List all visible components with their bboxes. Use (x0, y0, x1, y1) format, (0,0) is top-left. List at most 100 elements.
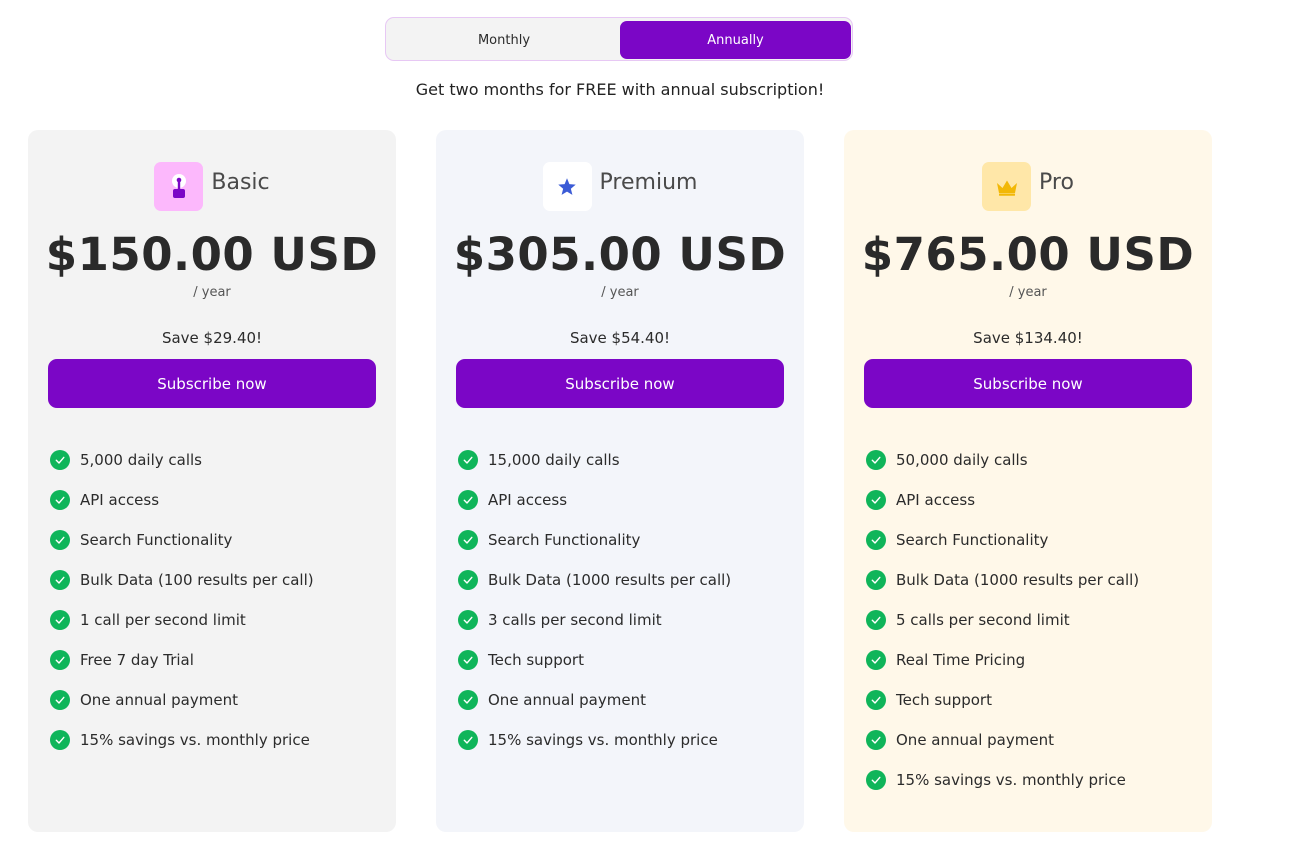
feature-list: 50,000 daily calls API access Search Fun… (866, 440, 1139, 800)
feature-text: 15% savings vs. monthly price (80, 731, 310, 749)
annually-option[interactable]: Annually (620, 21, 851, 59)
plan-name: Premium (599, 170, 698, 195)
plan-header: Basic (28, 162, 396, 211)
check-icon (866, 610, 886, 630)
check-icon (50, 570, 70, 590)
billing-period: / year (601, 285, 639, 300)
star-icon (542, 162, 592, 211)
plan-price: $150.00 USD (45, 228, 379, 281)
feature-item: 3 calls per second limit (458, 600, 731, 640)
savings-text: Save $54.40! (569, 329, 671, 347)
check-icon (866, 730, 886, 750)
feature-item: API access (866, 480, 1139, 520)
subscribe-button-premium[interactable]: Subscribe now (456, 359, 784, 408)
check-icon (458, 490, 478, 510)
feature-item: 1 call per second limit (50, 600, 314, 640)
feature-text: One annual payment (488, 691, 646, 709)
check-icon (866, 490, 886, 510)
plan-card-basic: Basic $150.00 USD / year Save $29.40! Su… (28, 130, 396, 832)
check-icon (866, 770, 886, 790)
check-icon (50, 730, 70, 750)
feature-text: API access (896, 491, 976, 509)
feature-text: 5 calls per second limit (896, 611, 1070, 629)
check-icon (50, 490, 70, 510)
feature-item: 5,000 daily calls (50, 440, 314, 480)
feature-item: One annual payment (866, 720, 1139, 760)
plan-name: Basic (211, 170, 270, 195)
feature-list: 15,000 daily calls API access Search Fun… (458, 440, 731, 760)
check-icon (458, 530, 478, 550)
pricing-page: Monthly Annually Get two months for FREE… (0, 0, 1305, 845)
check-icon (866, 450, 886, 470)
feature-item: One annual payment (50, 680, 314, 720)
feature-text: Search Functionality (896, 531, 1049, 549)
feature-item: One annual payment (458, 680, 731, 720)
feature-text: 5,000 daily calls (80, 451, 202, 469)
crown-icon (982, 162, 1032, 211)
feature-text: Search Functionality (80, 531, 233, 549)
check-icon (50, 610, 70, 630)
feature-text: 15% savings vs. monthly price (896, 771, 1126, 789)
joystick-icon (154, 162, 204, 211)
feature-item: 50,000 daily calls (866, 440, 1139, 480)
feature-item: API access (458, 480, 731, 520)
feature-text: Free 7 day Trial (80, 651, 194, 669)
check-icon (50, 690, 70, 710)
feature-item: Search Functionality (866, 520, 1139, 560)
feature-text: Tech support (488, 651, 584, 669)
feature-text: Bulk Data (1000 results per call) (896, 571, 1140, 589)
feature-text: API access (488, 491, 568, 509)
feature-text: Tech support (896, 691, 992, 709)
check-icon (458, 450, 478, 470)
feature-item: 15% savings vs. monthly price (50, 720, 314, 760)
feature-text: Bulk Data (1000 results per call) (488, 571, 732, 589)
feature-text: One annual payment (896, 731, 1054, 749)
feature-text: 15% savings vs. monthly price (488, 731, 718, 749)
feature-item: Bulk Data (1000 results per call) (866, 560, 1139, 600)
feature-text: 1 call per second limit (80, 611, 246, 629)
feature-item: 15% savings vs. monthly price (458, 720, 731, 760)
annual-promo-text: Get two months for FREE with annual subs… (415, 80, 825, 99)
feature-item: 5 calls per second limit (866, 600, 1139, 640)
feature-item: Free 7 day Trial (50, 640, 314, 680)
feature-item: Bulk Data (1000 results per call) (458, 560, 731, 600)
check-icon (50, 650, 70, 670)
plan-header: Premium (436, 162, 804, 211)
feature-item: Tech support (458, 640, 731, 680)
subscribe-button-basic[interactable]: Subscribe now (48, 359, 376, 408)
feature-item: 15% savings vs. monthly price (866, 760, 1139, 800)
check-icon (458, 570, 478, 590)
plan-price: $305.00 USD (453, 228, 787, 281)
check-icon (458, 730, 478, 750)
feature-item: Search Functionality (50, 520, 314, 560)
feature-item: API access (50, 480, 314, 520)
feature-item: Real Time Pricing (866, 640, 1139, 680)
plan-card-pro: Pro $765.00 USD / year Save $134.40! Sub… (844, 130, 1212, 832)
billing-period-toggle: Monthly Annually (385, 17, 853, 61)
check-icon (866, 530, 886, 550)
billing-period: / year (193, 285, 231, 300)
plan-price: $765.00 USD (861, 228, 1195, 281)
subscribe-button-pro[interactable]: Subscribe now (864, 359, 1192, 408)
check-icon (866, 570, 886, 590)
feature-item: Search Functionality (458, 520, 731, 560)
check-icon (458, 610, 478, 630)
plan-header: Pro (844, 162, 1212, 211)
feature-item: Bulk Data (100 results per call) (50, 560, 314, 600)
feature-text: Search Functionality (488, 531, 641, 549)
feature-text: API access (80, 491, 160, 509)
feature-text: Real Time Pricing (896, 651, 1026, 669)
check-icon (866, 690, 886, 710)
feature-text: Bulk Data (100 results per call) (80, 571, 314, 589)
check-icon (50, 450, 70, 470)
feature-text: 50,000 daily calls (896, 451, 1028, 469)
monthly-option[interactable]: Monthly (389, 21, 619, 59)
savings-text: Save $134.40! (973, 329, 1083, 347)
check-icon (50, 530, 70, 550)
feature-text: 3 calls per second limit (488, 611, 662, 629)
feature-list: 5,000 daily calls API access Search Func… (50, 440, 314, 760)
billing-period: / year (1009, 285, 1047, 300)
check-icon (866, 650, 886, 670)
feature-text: One annual payment (80, 691, 238, 709)
feature-item: Tech support (866, 680, 1139, 720)
